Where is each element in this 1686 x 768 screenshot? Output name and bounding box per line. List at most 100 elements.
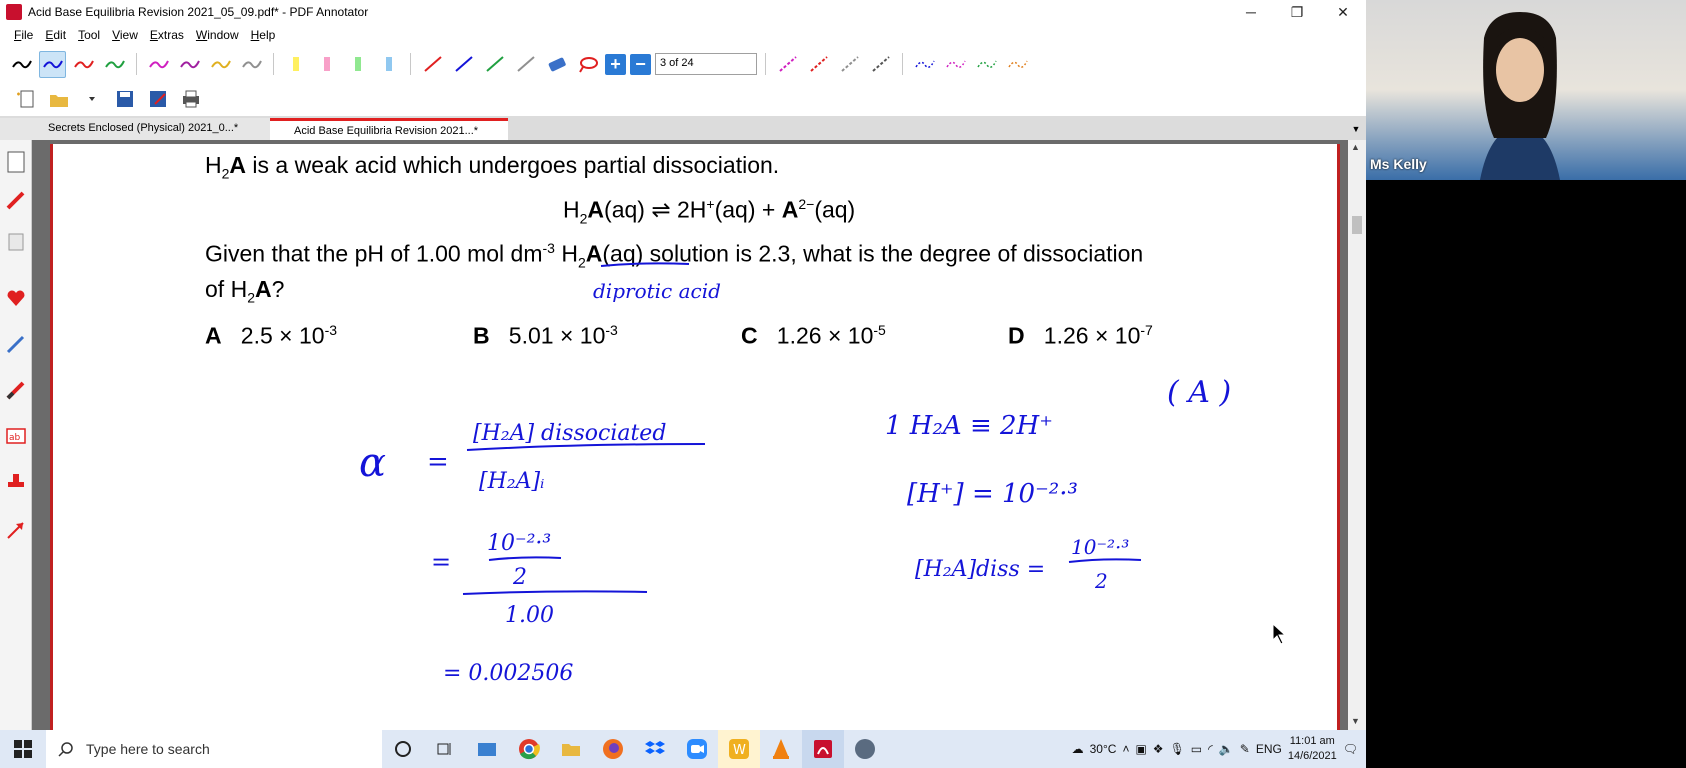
safari-icon[interactable] <box>844 730 886 768</box>
firefox-icon[interactable] <box>592 730 634 768</box>
highlighter-green-icon[interactable] <box>344 51 371 78</box>
highlighter-blue-icon[interactable] <box>375 51 402 78</box>
wifi-icon[interactable]: ◜ <box>1208 742 1213 756</box>
wavy-pen-orange-icon[interactable] <box>1004 51 1031 78</box>
zoom-icon[interactable] <box>676 730 718 768</box>
line-blue-icon[interactable] <box>450 51 477 78</box>
pen-red-icon[interactable] <box>70 51 97 78</box>
text-box-icon[interactable]: ab <box>4 424 28 448</box>
wavy-pen-blue-icon[interactable] <box>911 51 938 78</box>
pdf-annotator-taskbar-icon[interactable] <box>802 730 844 768</box>
maximize-button[interactable]: ❐ <box>1274 0 1320 24</box>
print-icon[interactable] <box>177 86 204 113</box>
weather-icon[interactable]: ☁ <box>1072 742 1084 756</box>
chevron-down-icon[interactable] <box>78 86 105 113</box>
menu-edit[interactable]: Edit <box>39 28 72 42</box>
page-number-field[interactable]: 3 of 24 <box>655 53 757 75</box>
handwriting-diss-denominator: 2 <box>1094 569 1108 593</box>
clock[interactable]: 11:01 am 14/6/2021 <box>1288 734 1337 764</box>
pen-gray-icon[interactable] <box>238 51 265 78</box>
menu-file[interactable]: File <box>8 28 39 42</box>
pen-yellow-icon[interactable] <box>207 51 234 78</box>
handwriting-answer: ( A ) <box>1167 375 1231 410</box>
scroll-down-icon[interactable]: ▼ <box>1351 716 1360 726</box>
dashed-line-gray-icon[interactable] <box>836 51 863 78</box>
lasso-icon[interactable] <box>574 51 601 78</box>
cortana-icon[interactable] <box>382 730 424 768</box>
tab-secrets-enclosed[interactable]: Secrets Enclosed (Physical) 2021_0...* <box>0 118 270 140</box>
pen-green-icon[interactable] <box>101 51 128 78</box>
pen-tool-icon[interactable] <box>4 188 28 212</box>
pen-tray-icon[interactable]: ✎ <box>1240 742 1250 756</box>
presenter-video-icon <box>1480 12 1560 180</box>
line-red-icon[interactable] <box>419 51 446 78</box>
start-button[interactable] <box>0 730 46 768</box>
wavy-pen-green-icon[interactable] <box>973 51 1000 78</box>
marker-tool-icon[interactable] <box>4 332 28 356</box>
microphone-icon[interactable]: 🎙 <box>1170 742 1185 756</box>
handwriting-equals-1: = <box>427 447 449 477</box>
wavy-pen-magenta-icon[interactable] <box>942 51 969 78</box>
menu-extras[interactable]: Extras <box>144 28 190 42</box>
scroll-thumb[interactable] <box>1352 216 1362 234</box>
dashed-line-dark-icon[interactable] <box>867 51 894 78</box>
file-explorer-pinned-icon[interactable] <box>466 730 508 768</box>
task-view-icon[interactable] <box>424 730 466 768</box>
open-folder-icon[interactable] <box>45 86 72 113</box>
taskbar-search[interactable]: Type here to search <box>46 730 382 768</box>
window-title: Acid Base Equilibria Revision 2021_05_09… <box>28 5 369 19</box>
dropbox-icon[interactable] <box>634 730 676 768</box>
vertical-scrollbar[interactable]: ▲ ▼ <box>1348 140 1366 730</box>
vlc-icon[interactable] <box>760 730 802 768</box>
line-green-icon[interactable] <box>481 51 508 78</box>
screen: Acid Base Equilibria Revision 2021_05_09… <box>0 0 1686 768</box>
save-as-icon[interactable] <box>144 86 171 113</box>
menu-help[interactable]: Help <box>245 28 282 42</box>
folder-icon[interactable] <box>550 730 592 768</box>
tray-chevron-up-icon[interactable]: ˄ <box>1122 742 1129 756</box>
pdf-page[interactable]: H2A is a weak acid which undergoes parti… <box>50 144 1340 730</box>
new-document-icon[interactable] <box>12 86 39 113</box>
menu-window[interactable]: Window <box>190 28 245 42</box>
dropbox-tray-icon[interactable]: ❖ <box>1153 742 1164 756</box>
eraser-icon[interactable] <box>543 51 570 78</box>
menu-tool[interactable]: Tool <box>72 28 106 42</box>
page-thumbnail-icon[interactable] <box>4 150 28 174</box>
menu-view[interactable]: View <box>106 28 144 42</box>
pencil-tool-icon[interactable] <box>4 378 28 402</box>
pen-purple-icon[interactable] <box>176 51 203 78</box>
toolbar-separator <box>902 53 903 75</box>
stamp-tool-icon[interactable] <box>4 470 28 494</box>
zoom-in-button[interactable]: + <box>605 53 626 75</box>
tray-app-icon[interactable]: ▣ <box>1135 742 1146 756</box>
language-indicator[interactable]: ENG <box>1256 742 1282 756</box>
pen-black-icon[interactable] <box>8 51 35 78</box>
chrome-icon[interactable] <box>508 730 550 768</box>
handwriting-alpha: α <box>359 440 386 486</box>
pen-magenta-icon[interactable] <box>145 51 172 78</box>
weather-temperature[interactable]: 30°C <box>1090 742 1117 756</box>
dashed-line-red-icon[interactable] <box>805 51 832 78</box>
scroll-up-icon[interactable]: ▲ <box>1351 142 1360 152</box>
line-gray-icon[interactable] <box>512 51 539 78</box>
volume-icon[interactable]: 🔈 <box>1219 742 1234 756</box>
pen-blue-icon[interactable] <box>39 50 66 78</box>
arrow-tool-icon[interactable] <box>4 518 28 542</box>
minimize-button[interactable]: ─ <box>1228 0 1274 24</box>
highlighter-pink-icon[interactable] <box>313 51 340 78</box>
close-button[interactable]: ✕ <box>1320 0 1366 24</box>
tab-acid-base-equilibria[interactable]: Acid Base Equilibria Revision 2021...* <box>270 118 509 140</box>
dashed-line-magenta-icon[interactable] <box>774 51 801 78</box>
search-icon <box>58 742 73 757</box>
annotation-toolbar: + − 3 of 24 <box>0 46 1366 82</box>
highlighter-yellow-icon[interactable] <box>282 51 309 78</box>
notifications-icon[interactable]: 🗨 <box>1343 742 1358 756</box>
whiteboard-app-icon[interactable]: W <box>718 730 760 768</box>
stamp-heart-icon[interactable] <box>4 286 28 310</box>
zoom-out-button[interactable]: − <box>630 53 651 75</box>
tab-list-dropdown-icon[interactable]: ▼ <box>1346 118 1366 140</box>
document-tab-bar: Secrets Enclosed (Physical) 2021_0...* A… <box>0 116 1366 140</box>
save-icon[interactable] <box>111 86 138 113</box>
highlighter-tool-icon[interactable] <box>4 230 28 254</box>
battery-icon[interactable]: ▭ <box>1191 742 1202 756</box>
